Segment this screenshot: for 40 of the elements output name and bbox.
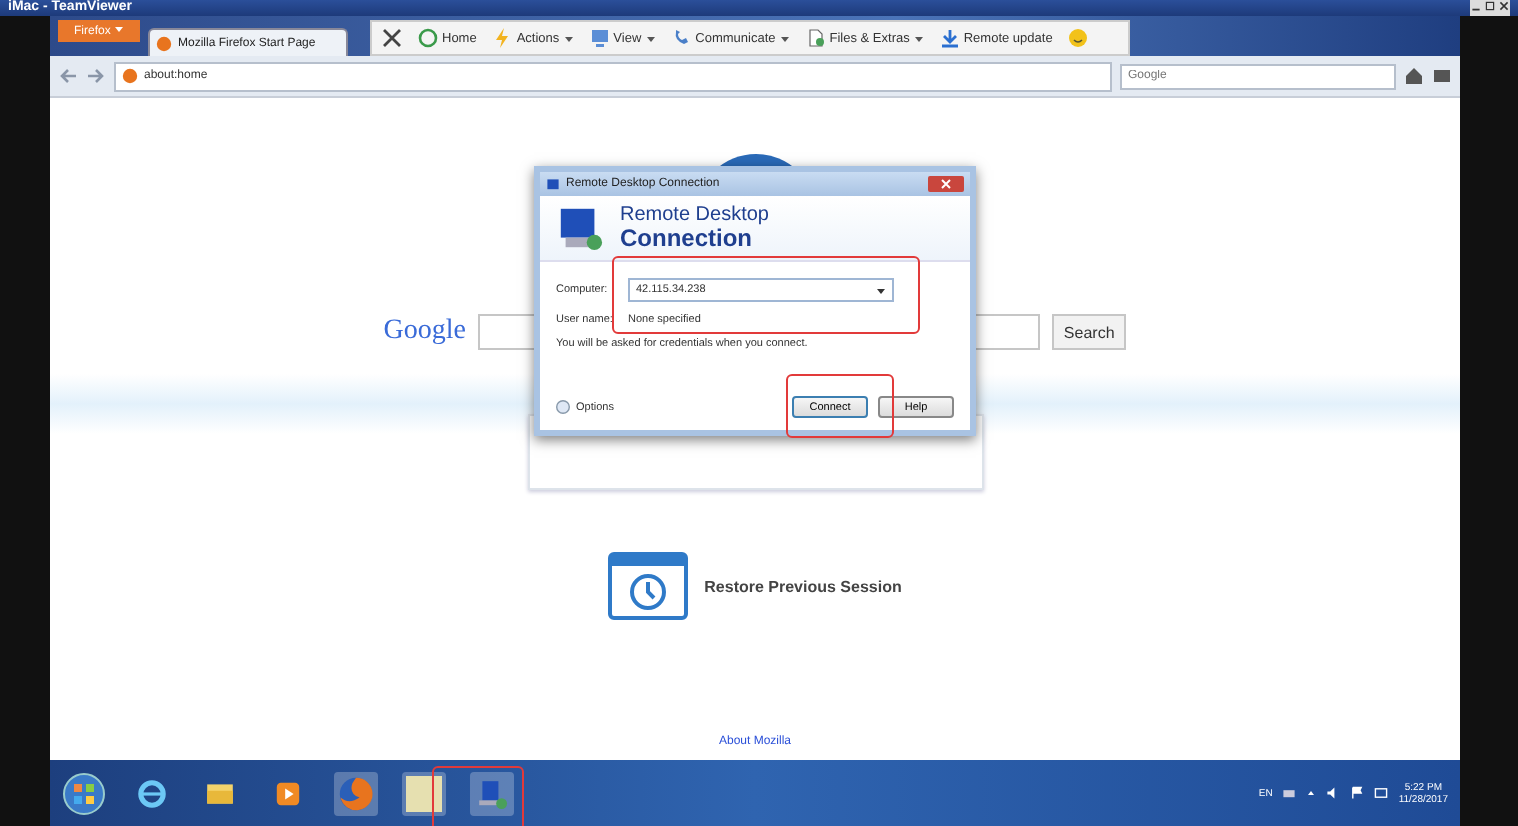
caret-icon <box>913 33 924 43</box>
remote-desktop-icon <box>476 777 508 809</box>
monitor-icon <box>589 28 610 48</box>
caret-icon <box>779 33 790 43</box>
caret-icon <box>563 33 574 43</box>
highlight-frame <box>432 766 524 826</box>
phone-icon <box>671 28 692 48</box>
highlight-frame <box>786 374 894 438</box>
caret-icon <box>114 24 125 34</box>
remote-desktop-icon <box>546 177 560 191</box>
flag-icon <box>1350 786 1365 800</box>
start-orb-icon[interactable] <box>62 771 106 815</box>
forward-icon <box>86 66 106 86</box>
ie-icon <box>136 777 168 809</box>
dialog-heading: Remote Desktop <box>620 204 769 226</box>
caret-icon <box>876 285 886 295</box>
document-icon <box>805 28 826 48</box>
dialog-heading: Connection <box>620 226 752 252</box>
back-icon <box>58 66 78 86</box>
play-icon <box>274 779 302 807</box>
close-icon <box>382 28 402 48</box>
caret-icon <box>645 33 656 43</box>
clock-window-icon <box>608 552 689 620</box>
monitor-icon <box>556 204 604 252</box>
taskbar-button[interactable] <box>470 771 514 815</box>
home-icon <box>1404 66 1424 86</box>
maximize-icon <box>1484 0 1496 12</box>
smiley-icon <box>1068 28 1089 48</box>
close-icon <box>928 176 964 192</box>
restore-session-button[interactable]: Restore Previous Session <box>596 550 914 622</box>
toolbar-button[interactable] <box>382 28 402 48</box>
close-icon <box>1498 0 1510 12</box>
taskbar-button[interactable] <box>402 771 446 815</box>
search-button[interactable]: Search <box>1051 314 1127 350</box>
download-icon <box>939 28 960 48</box>
lightning-icon <box>492 28 513 48</box>
toolbar-button[interactable] <box>1068 28 1089 48</box>
caret-icon <box>1306 788 1317 798</box>
expand-icon <box>556 400 570 414</box>
search-logo: Google <box>383 316 466 348</box>
